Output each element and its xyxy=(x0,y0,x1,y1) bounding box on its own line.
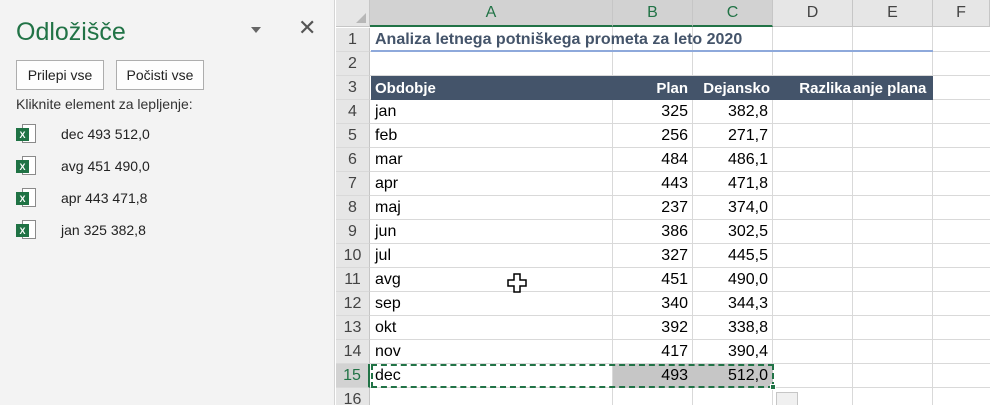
clipboard-item-text: avg 451 490,0 xyxy=(61,158,150,174)
clear-all-button[interactable]: Počisti vse xyxy=(116,60,204,90)
row-header[interactable]: 11 xyxy=(336,268,370,292)
column-header-f[interactable]: F xyxy=(933,0,990,27)
row-header[interactable]: 4 xyxy=(336,100,370,124)
header-cell-izpolnjevanje-plana[interactable]: anje plana xyxy=(853,76,933,100)
cell-plan[interactable]: 325 xyxy=(613,100,692,124)
row-header[interactable]: 13 xyxy=(336,316,370,340)
cell-plan[interactable]: 386 xyxy=(613,220,692,244)
cell-month[interactable]: jun xyxy=(371,220,612,244)
column-header-d[interactable]: D xyxy=(773,0,853,27)
cell-plan[interactable]: 417 xyxy=(613,340,692,364)
paste-all-button[interactable]: Prilepi vse xyxy=(16,60,104,90)
cell-actual[interactable]: 302,5 xyxy=(693,220,772,244)
cell-month[interactable]: jul xyxy=(371,244,612,268)
excel-icon: X xyxy=(16,187,38,209)
row-header[interactable]: 15 xyxy=(336,364,370,388)
cell-month[interactable]: sep xyxy=(371,292,612,316)
cell-actual[interactable]: 390,4 xyxy=(693,340,772,364)
sheet-title-cell[interactable]: Analiza letnega potniškega prometa za le… xyxy=(371,28,742,52)
cell-plan[interactable]: 451 xyxy=(613,268,692,292)
column-header-a[interactable]: A xyxy=(370,0,613,27)
cell-plan[interactable]: 443 xyxy=(613,172,692,196)
excel-icon: X xyxy=(16,219,38,241)
cell-month[interactable]: feb xyxy=(371,124,612,148)
cell-plan[interactable]: 340 xyxy=(613,292,692,316)
row-header[interactable]: 9 xyxy=(336,220,370,244)
clipboard-item[interactable]: X dec 493 512,0 xyxy=(16,121,316,147)
fill-handle[interactable] xyxy=(770,384,776,390)
pane-close-icon[interactable]: ✕ xyxy=(298,17,316,39)
row-header[interactable]: 14 xyxy=(336,340,370,364)
cell-actual[interactable]: 344,3 xyxy=(693,292,772,316)
cell-cursor-icon xyxy=(507,273,527,293)
cell-month[interactable]: nov xyxy=(371,340,612,364)
cell-plan[interactable]: 237 xyxy=(613,196,692,220)
cell-month[interactable]: apr xyxy=(371,172,612,196)
excel-icon: X xyxy=(16,123,38,145)
cell-month[interactable]: avg xyxy=(371,268,612,292)
cell-actual[interactable]: 338,8 xyxy=(693,316,772,340)
paste-options-icon[interactable] xyxy=(776,392,798,405)
clipboard-item-text: jan 325 382,8 xyxy=(61,222,146,238)
row-header[interactable]: 16 xyxy=(336,388,370,405)
header-cell-obdobje[interactable]: Obdobje xyxy=(371,76,612,100)
row-header[interactable]: 7 xyxy=(336,172,370,196)
select-all-corner[interactable] xyxy=(336,0,370,27)
cell-plan[interactable]: 327 xyxy=(613,244,692,268)
pane-options-dropdown-icon[interactable] xyxy=(251,27,261,33)
column-header-e[interactable]: E xyxy=(853,0,933,27)
row-header[interactable]: 10 xyxy=(336,244,370,268)
title-underline xyxy=(371,50,933,52)
cell-actual[interactable]: 471,8 xyxy=(693,172,772,196)
header-cell-razlika[interactable]: Razlika xyxy=(773,76,853,100)
cell-month[interactable]: okt xyxy=(371,316,612,340)
clipboard-item[interactable]: X jan 325 382,8 xyxy=(16,217,316,243)
column-header-c[interactable]: C xyxy=(693,0,773,27)
copy-marquee xyxy=(371,364,774,388)
pane-title: Odložišče xyxy=(16,18,126,46)
cell-actual[interactable]: 490,0 xyxy=(693,268,772,292)
cell-actual[interactable]: 445,5 xyxy=(693,244,772,268)
cell-actual[interactable]: 486,1 xyxy=(693,148,772,172)
cell-plan[interactable]: 484 xyxy=(613,148,692,172)
row-header[interactable]: 8 xyxy=(336,196,370,220)
cell-plan[interactable]: 392 xyxy=(613,316,692,340)
cell-plan[interactable]: 256 xyxy=(613,124,692,148)
row-header[interactable]: 12 xyxy=(336,292,370,316)
worksheet-grid[interactable]: A B C D E F 1 2 3 4 5 6 7 8 9 10 11 12 1… xyxy=(336,0,990,405)
clipboard-pane: Odložišče ✕ Prilepi vse Počisti vse Klik… xyxy=(0,0,335,405)
column-header-b[interactable]: B xyxy=(613,0,693,27)
clipboard-item-text: apr 443 471,8 xyxy=(61,190,148,206)
cell-actual[interactable]: 271,7 xyxy=(693,124,772,148)
cell-actual[interactable]: 374,0 xyxy=(693,196,772,220)
cell-month[interactable]: jan xyxy=(371,100,612,124)
clipboard-item-text: dec 493 512,0 xyxy=(61,126,150,142)
header-cell-dejansko[interactable]: Dejansko xyxy=(693,76,772,100)
clipboard-item[interactable]: X avg 451 490,0 xyxy=(16,153,316,179)
cell-actual[interactable]: 382,8 xyxy=(693,100,772,124)
cell-month[interactable]: maj xyxy=(371,196,612,220)
clipboard-item[interactable]: X apr 443 471,8 xyxy=(16,185,316,211)
excel-icon: X xyxy=(16,155,38,177)
row-header[interactable]: 2 xyxy=(336,52,370,76)
pane-instruction: Kliknite element za lepljenje: xyxy=(16,96,193,112)
row-header[interactable]: 1 xyxy=(336,28,370,52)
cell-month[interactable]: mar xyxy=(371,148,612,172)
row-header[interactable]: 3 xyxy=(336,76,370,100)
row-header[interactable]: 5 xyxy=(336,124,370,148)
header-cell-plan[interactable]: Plan xyxy=(613,76,692,100)
row-header[interactable]: 6 xyxy=(336,148,370,172)
